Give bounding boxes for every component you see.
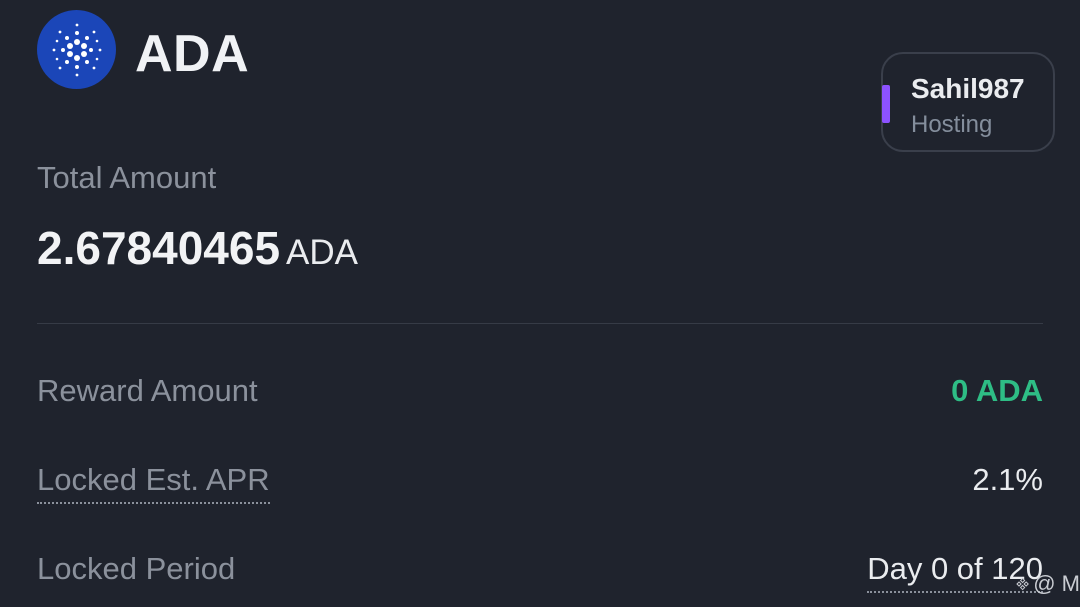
reward-amount-value: 0 ADA: [951, 373, 1043, 408]
cardano-dots-icon: [52, 23, 101, 76]
cardano-logo-icon: [37, 10, 116, 89]
total-amount-label: Total Amount: [37, 160, 217, 195]
coin-title: ADA: [135, 25, 250, 83]
host-accent-bar: [882, 85, 890, 123]
locked-apr-value: 2.1%: [972, 462, 1043, 497]
locked-apr-label[interactable]: Locked Est. APR: [37, 460, 270, 504]
total-amount-value: 2.67840465: [37, 222, 281, 274]
watermark: @ M: [1016, 564, 1080, 604]
host-name: Sahil987: [911, 73, 1025, 104]
total-amount: 2.67840465 ADA: [37, 218, 358, 290]
divider: [37, 323, 1043, 324]
locked-period-label: Locked Period: [37, 551, 236, 586]
host-badge[interactable]: Sahil987 Hosting: [881, 52, 1055, 152]
binance-logo-icon: [1016, 577, 1029, 591]
total-amount-unit: ADA: [286, 233, 358, 272]
reward-amount-label: Reward Amount: [37, 373, 258, 408]
watermark-text: @ M: [1033, 571, 1080, 596]
host-role: Hosting: [911, 111, 993, 138]
